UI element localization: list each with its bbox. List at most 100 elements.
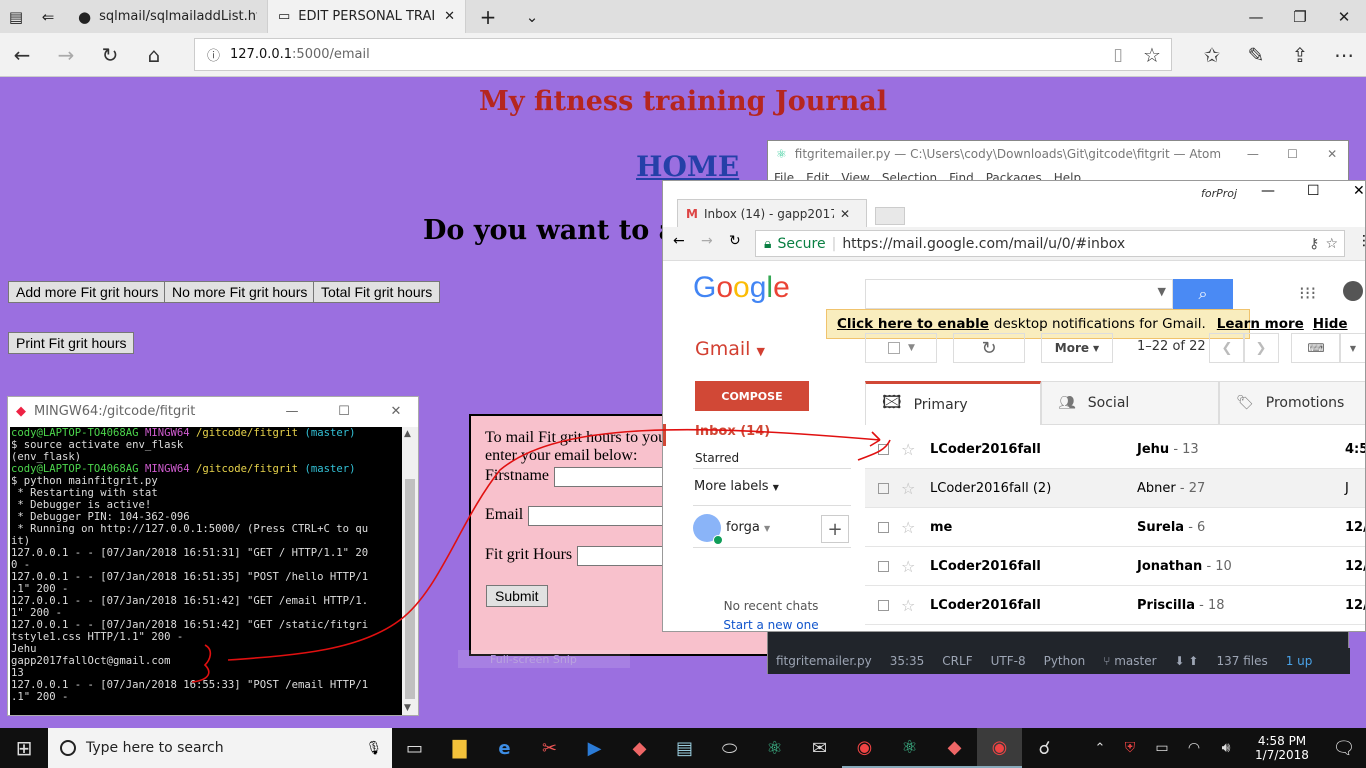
print-hours-button[interactable]: Print Fit grit hours bbox=[8, 332, 135, 354]
close-tab-icon[interactable]: ✕ bbox=[444, 9, 455, 24]
older-icon[interactable]: ❯ bbox=[1243, 333, 1279, 363]
more-labels-link[interactable]: More labels ▼ bbox=[694, 479, 779, 494]
more-icon[interactable]: ⋯ bbox=[1322, 33, 1366, 77]
maximize-icon[interactable]: ☐ bbox=[1307, 183, 1320, 199]
tab-actions-icon[interactable]: ▤ bbox=[4, 0, 28, 33]
gmail-search-input[interactable]: ▼ bbox=[865, 279, 1173, 309]
gmail-menu[interactable]: Gmail ▼ bbox=[695, 338, 765, 360]
chrome-menu-icon[interactable]: ⋮ bbox=[1357, 233, 1365, 249]
row-checkbox[interactable] bbox=[878, 443, 889, 455]
security-icon[interactable]: ⛨ bbox=[1114, 728, 1146, 768]
maximize-icon[interactable]: ☐ bbox=[1277, 147, 1309, 161]
people-icon[interactable]: ☌ bbox=[1022, 728, 1067, 768]
terminal-output[interactable]: cody@LAPTOP-TO4068AG MINGW64 /gitcode/fi… bbox=[10, 427, 402, 715]
minimize-icon[interactable]: — bbox=[270, 404, 314, 419]
refresh-icon[interactable]: ↻ bbox=[88, 33, 132, 77]
star-icon[interactable]: ☆ bbox=[901, 518, 915, 537]
notepad-icon[interactable]: ▤ bbox=[662, 728, 707, 768]
status-eol[interactable]: CRLF bbox=[942, 654, 972, 668]
more-button[interactable]: More ▼ bbox=[1041, 333, 1113, 363]
action-center-icon[interactable]: 🗨︎ bbox=[1322, 728, 1366, 768]
status-file[interactable]: fitgritemailer.py bbox=[776, 654, 872, 668]
compose-button[interactable]: COMPOSE bbox=[695, 381, 809, 411]
close-icon[interactable]: ✕ bbox=[374, 404, 418, 419]
chrome-tab-inbox[interactable]: M Inbox (14) - gapp2017fal ✕ bbox=[677, 199, 867, 227]
status-up[interactable]: 1 up bbox=[1286, 654, 1313, 668]
forward-icon[interactable]: → bbox=[701, 233, 713, 249]
bookmark-star-icon[interactable]: ☆ bbox=[1325, 236, 1338, 252]
close-tab-icon[interactable]: ✕ bbox=[840, 207, 850, 221]
no-more-hours-button[interactable]: No more Fit grit hours bbox=[164, 281, 316, 303]
favorite-star-icon[interactable]: ☆ bbox=[1130, 33, 1174, 77]
add-hours-button[interactable]: Add more Fit grit hours bbox=[8, 281, 167, 303]
start-chat-link[interactable]: Start a new one bbox=[663, 618, 879, 631]
tab-promotions[interactable]: 🏷︎ Promotions bbox=[1219, 381, 1365, 425]
minimize-icon[interactable]: — bbox=[1234, 0, 1278, 33]
fetch-icon[interactable]: ⬇ ⬆ bbox=[1175, 654, 1199, 668]
info-icon[interactable]: ⓘ bbox=[207, 45, 220, 64]
wifi-icon[interactable]: ◠ bbox=[1178, 728, 1210, 768]
tab-sqlmail[interactable]: ● sqlmail/sqlmailaddList.html bbox=[68, 0, 268, 33]
show-hidden-icons-chevron-icon[interactable]: ⌃ bbox=[1086, 728, 1114, 768]
enable-notifications-link[interactable]: Click here to enable bbox=[837, 316, 989, 332]
status-grammar[interactable]: Python bbox=[1044, 654, 1086, 668]
minimize-icon[interactable]: — bbox=[1261, 183, 1275, 199]
row-checkbox[interactable] bbox=[878, 482, 889, 494]
new-tab-icon[interactable]: + bbox=[466, 0, 510, 33]
chrome-address-bar[interactable]: 🔒︎ Secure | https://mail.google.com/mail… bbox=[755, 230, 1345, 257]
set-aside-tabs-icon[interactable]: ⇐ bbox=[28, 0, 68, 33]
back-icon[interactable]: ← bbox=[673, 233, 685, 249]
profile-name[interactable]: forProj bbox=[1201, 187, 1237, 200]
keyboard-icon[interactable]: ⌨︎ bbox=[1291, 333, 1341, 363]
close-window-icon[interactable]: ✕ bbox=[1322, 0, 1366, 33]
row-checkbox[interactable] bbox=[878, 560, 889, 572]
atom-icon[interactable]: ⚛ bbox=[752, 728, 797, 768]
table-row[interactable]: ☆ LCoder2016fall Jonathan - 10 12/1 bbox=[865, 547, 1365, 586]
pen-icon[interactable]: ✎ bbox=[1234, 33, 1278, 77]
total-hours-button[interactable]: Total Fit grit hours bbox=[313, 281, 441, 303]
gmail-search-button[interactable]: ⌕ bbox=[1173, 279, 1233, 309]
status-files[interactable]: 137 files bbox=[1216, 654, 1267, 668]
new-chat-icon[interactable]: + bbox=[821, 515, 849, 543]
row-checkbox[interactable] bbox=[878, 521, 889, 533]
file-explorer-icon[interactable]: ▇ bbox=[437, 728, 482, 768]
close-icon[interactable]: ✕ bbox=[1353, 183, 1365, 199]
chrome-profile-icon[interactable]: ◉ bbox=[977, 728, 1022, 768]
taskbar-clock[interactable]: 4:58 PM 1/7/2018 bbox=[1242, 728, 1322, 768]
share-icon[interactable]: ⇪ bbox=[1278, 33, 1322, 77]
row-checkbox[interactable] bbox=[878, 599, 889, 611]
star-icon[interactable]: ☆ bbox=[901, 557, 915, 576]
star-icon[interactable]: ☆ bbox=[901, 440, 915, 459]
table-row[interactable]: ☆ LCoder2016fall (2) Abner - 27 J bbox=[865, 469, 1365, 508]
powershell-icon[interactable]: ▶ bbox=[572, 728, 617, 768]
mail-icon[interactable]: ✉ bbox=[797, 728, 842, 768]
edge-icon[interactable]: e bbox=[482, 728, 527, 768]
tab-social[interactable]: 👥︎ Social bbox=[1041, 381, 1219, 425]
media-icon[interactable]: ⬭ bbox=[707, 728, 752, 768]
google-logo[interactable]: Google bbox=[693, 271, 790, 305]
tab-preview-chevron-icon[interactable]: ⌄ bbox=[510, 0, 554, 33]
select-checkbox[interactable]: ▼ bbox=[865, 333, 937, 363]
starred-link[interactable]: Starred bbox=[695, 451, 855, 463]
hide-link[interactable]: Hide bbox=[1313, 316, 1348, 332]
apps-grid-icon[interactable]: ⁝⁝⁝ bbox=[1299, 283, 1316, 304]
tab-edit-personal-training[interactable]: ▭ EDIT PERSONAL TRAINI ✕ bbox=[268, 0, 466, 33]
status-branch[interactable]: ⑂ master bbox=[1103, 654, 1156, 668]
submit-button[interactable]: Submit bbox=[486, 585, 548, 607]
status-position[interactable]: 35:35 bbox=[890, 654, 925, 668]
battery-icon[interactable]: ▭ bbox=[1146, 728, 1178, 768]
restore-icon[interactable]: ❐ bbox=[1278, 0, 1322, 33]
star-icon[interactable]: ☆ bbox=[901, 479, 915, 498]
home-icon[interactable]: ⌂ bbox=[132, 33, 176, 77]
atom-icon-2[interactable]: ⚛ bbox=[887, 728, 932, 768]
maximize-icon[interactable]: ☐ bbox=[322, 404, 366, 419]
git-gui-icon[interactable]: ◆ bbox=[617, 728, 662, 768]
table-row[interactable]: ☆ LCoder2016fall Priscilla - 18 12/1 bbox=[865, 586, 1365, 625]
back-icon[interactable]: ← bbox=[0, 33, 44, 77]
minimize-icon[interactable]: — bbox=[1237, 147, 1269, 161]
input-tools-chevron-icon[interactable]: ▼ bbox=[1339, 333, 1365, 363]
tab-primary[interactable]: 🖾︎ Primary bbox=[865, 381, 1041, 425]
star-icon[interactable]: ☆ bbox=[901, 596, 915, 615]
chrome-icon[interactable]: ◉ bbox=[842, 728, 887, 768]
user-menu[interactable]: forga ▼ bbox=[726, 520, 770, 535]
